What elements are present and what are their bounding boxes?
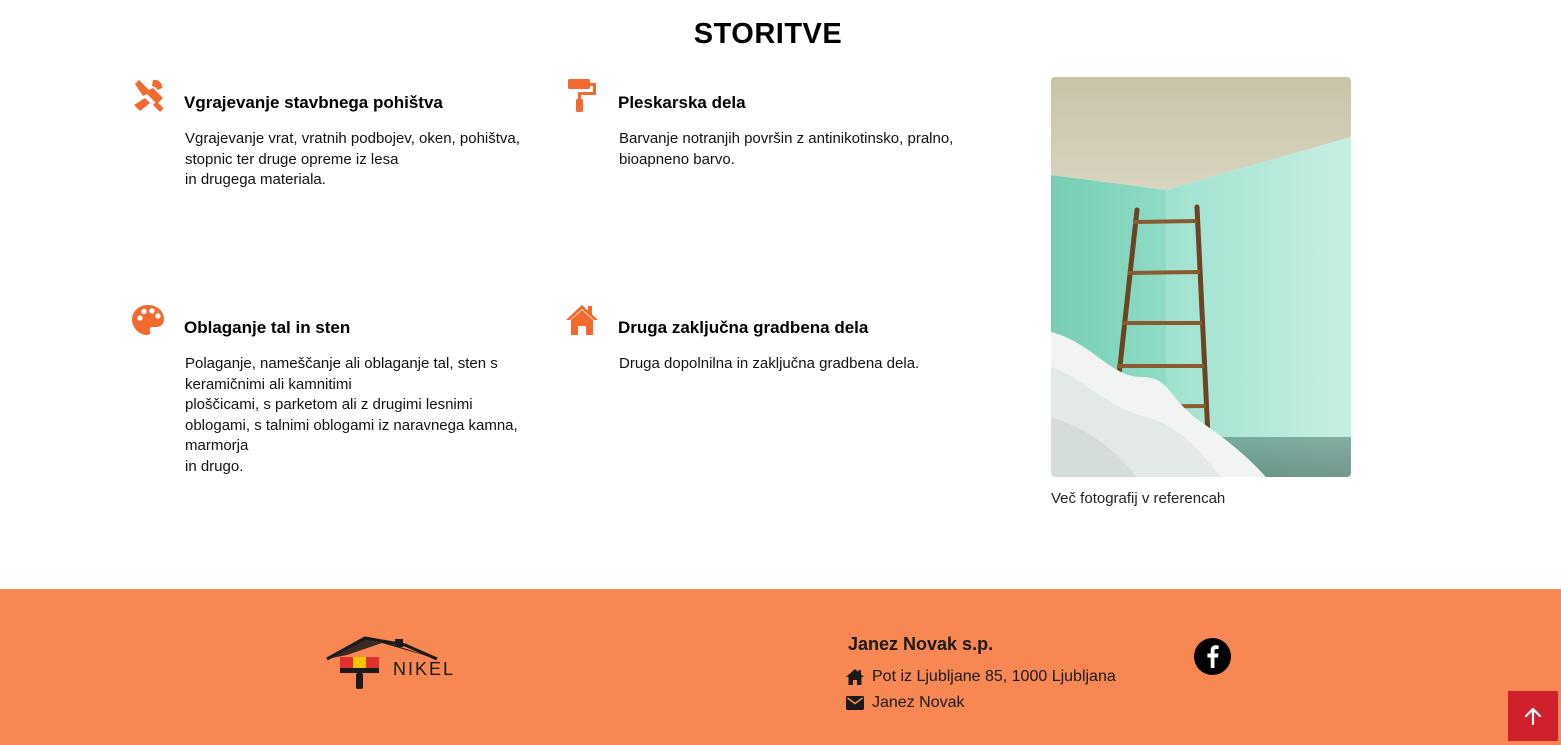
service-description: Vgrajevanje vrat, vratnih podbojev, oken… xyxy=(185,129,540,191)
description-line: Polaganje, nameščanje ali oblaganje tal,… xyxy=(185,355,498,372)
address-row: Pot iz Ljubljane 85, 1000 Ljubljana xyxy=(845,666,1116,688)
description-line: in drugega materiala. xyxy=(185,171,326,188)
photo-caption-link[interactable]: Več fotografij v referencah xyxy=(1051,490,1225,507)
service-title: Pleskarska dela xyxy=(618,93,746,112)
tools-icon xyxy=(134,79,164,112)
company-name: Janez Novak s.p. xyxy=(848,634,994,654)
email-link[interactable]: Janez Novak xyxy=(872,694,965,712)
palette-icon xyxy=(132,305,164,335)
mail-icon xyxy=(846,696,864,710)
page-title: STORITVE xyxy=(693,18,843,50)
service-title: Vgrajevanje stavbnega pohištva xyxy=(184,93,443,112)
service-title: Oblaganje tal in sten xyxy=(184,318,351,337)
ladder-photo xyxy=(1051,77,1351,477)
description-line: stopnic ter druge opreme iz lesa xyxy=(185,150,399,168)
description-line: marmorja xyxy=(185,437,249,454)
logo-text: NIKEL xyxy=(393,659,455,679)
description-line: in drugo. xyxy=(185,457,244,475)
description-line: oblogami, s talnimi oblogami iz naravneg… xyxy=(185,416,518,434)
description-line: Vgrajevanje vrat, vratnih podbojev, oken… xyxy=(185,130,520,147)
scroll-to-top-button[interactable] xyxy=(1508,691,1558,741)
description-line: Barvanje notranjih površin z antinikotin… xyxy=(619,130,954,147)
service-description: Druga dopolnilna in zaključna gradbena d… xyxy=(619,354,974,375)
service-description: Barvanje notranjih površin z antinikotin… xyxy=(619,129,974,170)
service-description: Polaganje, nameščanje ali oblaganje tal,… xyxy=(185,354,540,477)
description-line: Druga dopolnilna in zaključna gradbena d… xyxy=(619,355,920,372)
email-row: Janez Novak xyxy=(845,692,965,714)
description-line: ploščicami, s parketom ali z drugimi les… xyxy=(185,396,473,413)
house-icon xyxy=(566,305,598,335)
facebook-icon[interactable] xyxy=(1194,638,1231,675)
service-title: Druga zaključna gradbena dela xyxy=(618,318,869,337)
address-text: Pot iz Ljubljane 85, 1000 Ljubljana xyxy=(872,668,1116,685)
paint-roller-icon xyxy=(568,79,596,112)
home-icon xyxy=(846,669,864,685)
site-footer: NIKEL Janez Novak s.p. Pot iz Ljubljane … xyxy=(0,589,1561,745)
arrow-up-icon xyxy=(1524,707,1542,725)
company-logo[interactable]: NIKEL xyxy=(325,635,467,699)
description-line: keramičnimi ali kamnitimi xyxy=(185,375,352,393)
description-line: bioapneno barvo. xyxy=(619,150,735,168)
